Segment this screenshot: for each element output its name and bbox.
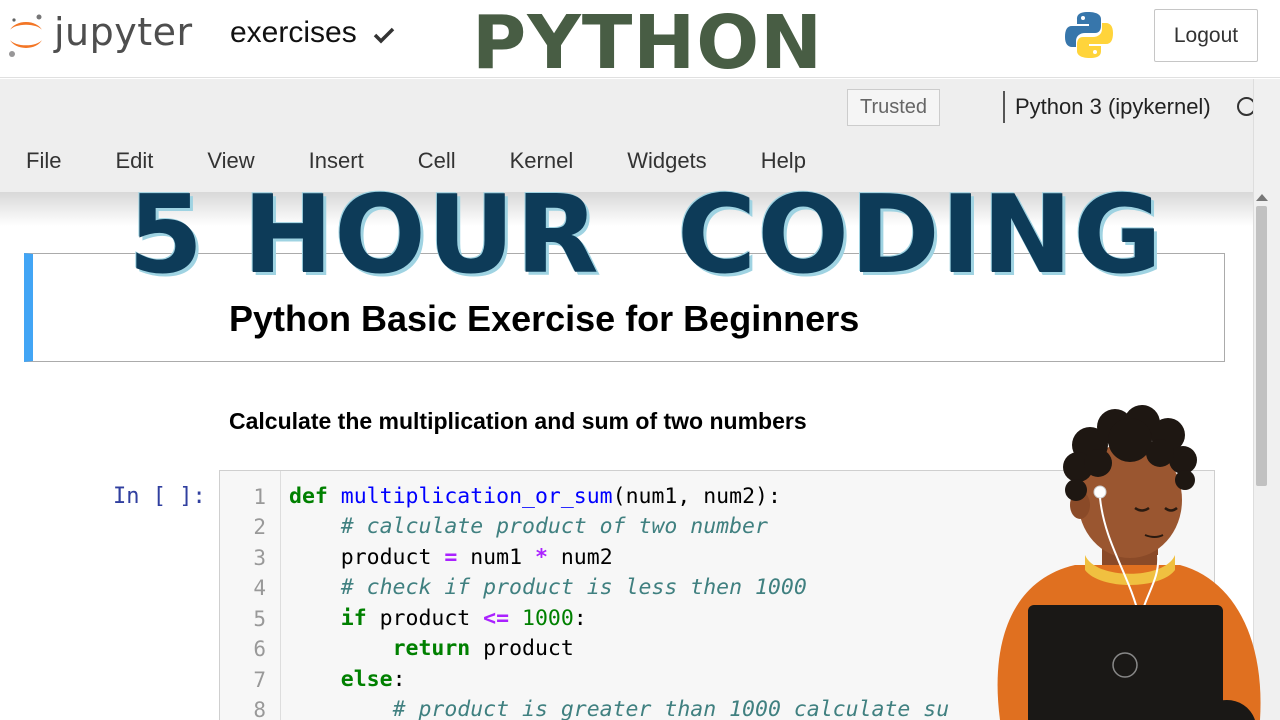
markdown-cell-title: Python Basic Exercise for Beginners <box>229 298 860 339</box>
code-operator: = <box>444 545 458 570</box>
code-line[interactable]: product = num1 * num2 <box>289 545 613 570</box>
python-logo-icon <box>1065 12 1113 58</box>
code-keyword: if <box>340 606 367 631</box>
exercise-subheading: Calculate the multiplication and sum of … <box>229 408 807 434</box>
code-keyword: def <box>289 484 328 509</box>
code-comment: # calculate product of two number <box>340 514 768 539</box>
cell-input-prompt: In [ ]: <box>113 484 206 509</box>
line-number: 5 <box>253 607 266 631</box>
code-keyword: return <box>392 636 471 661</box>
code-keyword: else <box>340 667 393 692</box>
code-text: product <box>366 606 484 631</box>
line-number: 6 <box>253 637 266 661</box>
trusted-indicator[interactable]: Trusted <box>847 89 940 126</box>
jupyter-logo-text[interactable]: jupyter <box>54 10 193 54</box>
kernel-name[interactable]: Python 3 (ipykernel) <box>1015 94 1211 120</box>
menu-view[interactable]: View <box>207 148 254 174</box>
logout-button[interactable]: Logout <box>1154 9 1258 62</box>
jupyter-logo-icon[interactable] <box>6 12 46 58</box>
line-number: 8 <box>253 698 266 720</box>
jupyter-notebook-page: jupyter exercises PYTHON Logout Trusted … <box>0 0 1280 720</box>
line-number: 2 <box>253 515 266 539</box>
menu-kernel[interactable]: Kernel <box>510 148 574 174</box>
kernel-divider <box>1003 91 1005 123</box>
checkmark-icon <box>373 27 395 44</box>
notebook-header: jupyter exercises PYTHON Logout <box>0 0 1280 86</box>
code-line[interactable]: def multiplication_or_sum(num1, num2): <box>289 484 781 509</box>
code-text: : <box>392 667 406 692</box>
code-text: num1 <box>457 545 535 570</box>
code-text: product <box>470 636 574 661</box>
code-text: num2 <box>547 545 613 570</box>
code-line[interactable]: else: <box>289 667 406 692</box>
notebook-name[interactable]: exercises <box>230 16 357 50</box>
line-number: 4 <box>253 576 266 600</box>
code-operator: <= <box>483 606 510 631</box>
code-line[interactable]: # calculate product of two number <box>289 514 768 539</box>
person-with-laptop-illustration <box>997 405 1261 720</box>
code-line[interactable]: # product is greater than 1000 calculate… <box>289 697 950 720</box>
line-number: 7 <box>253 668 266 692</box>
code-comment: # check if product is less then 1000 <box>340 575 807 600</box>
code-operator: * <box>534 545 548 570</box>
code-line[interactable]: return product <box>289 636 574 661</box>
code-function-name: multiplication_or_sum <box>340 484 613 509</box>
code-text: product <box>340 545 445 570</box>
code-number: 1000 <box>522 606 574 631</box>
code-line[interactable]: # check if product is less then 1000 <box>289 575 807 600</box>
menu-edit[interactable]: Edit <box>115 148 153 174</box>
menu-cell[interactable]: Cell <box>418 148 456 174</box>
menu-widgets[interactable]: Widgets <box>627 148 706 174</box>
menu-help[interactable]: Help <box>761 148 806 174</box>
overlay-python-title: PYTHON <box>472 0 824 86</box>
line-number: 3 <box>253 546 266 570</box>
code-line[interactable]: if product <= 1000: <box>289 606 587 631</box>
code-text: : <box>573 606 587 631</box>
menu-file[interactable]: File <box>26 148 61 174</box>
menu-insert[interactable]: Insert <box>309 148 364 174</box>
scroll-up-arrow-icon[interactable] <box>1256 194 1268 201</box>
menubar: File Edit View Insert Cell Kernel Widget… <box>26 148 860 174</box>
overlay-headline: 5 HOUR CODING <box>128 173 1163 298</box>
line-number: 1 <box>253 485 266 509</box>
code-comment: # product is greater than 1000 calculate… <box>392 697 950 720</box>
code-text: (num1, num2): <box>612 484 781 509</box>
